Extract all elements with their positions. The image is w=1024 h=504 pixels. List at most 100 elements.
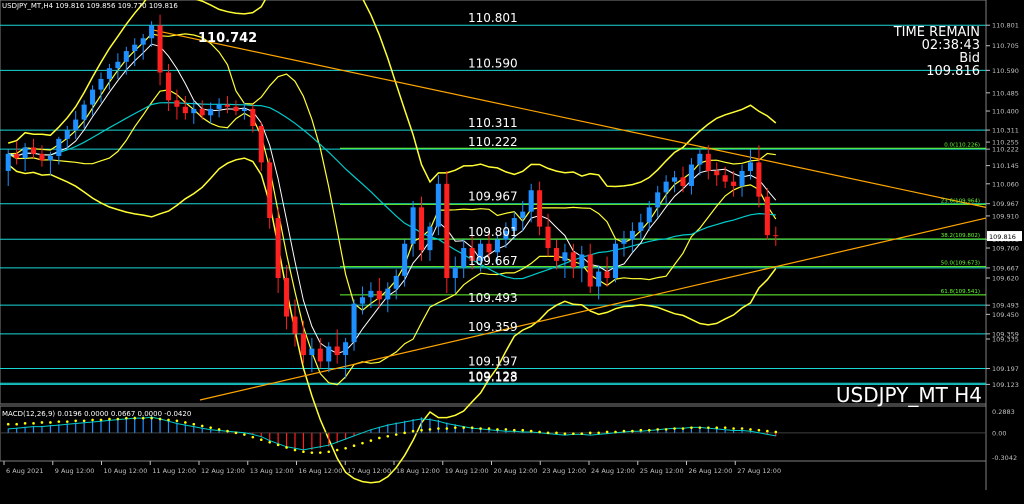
level-label: 109.123 [468, 370, 518, 384]
candle-body [275, 218, 281, 278]
candle-body [739, 170, 745, 186]
macd-signal-dot [369, 439, 373, 442]
macd-signal-dot [732, 427, 735, 430]
candle-body [140, 38, 146, 45]
candle-body [90, 89, 96, 105]
high-label: 110.742 [198, 31, 257, 46]
macd-signal-dot [597, 431, 600, 435]
macd-signal-dot [403, 431, 406, 435]
macd-signal-dot [40, 421, 44, 424]
candle-body [241, 108, 247, 112]
candle-body [317, 348, 323, 362]
macd-signal-dot [378, 436, 381, 440]
candle-body [300, 333, 306, 356]
x-tick-label: 16 Aug 12:00 [299, 467, 343, 475]
y-tick-label: 110.590 [992, 67, 1019, 75]
macd-signal-dot [504, 428, 508, 431]
candle-body [224, 104, 231, 107]
candle-body [764, 196, 770, 236]
fib-label: 0.0(110.226) [944, 142, 980, 148]
candle-body [604, 271, 610, 278]
candle-body [98, 78, 104, 90]
macd-signal-dot [605, 430, 609, 434]
candle-body [132, 44, 138, 52]
candle-body [570, 252, 576, 268]
macd-signal-dot [352, 444, 356, 448]
macd-signal-dot [285, 446, 288, 449]
candle-body [284, 277, 290, 317]
macd-signal-dot [82, 419, 86, 423]
macd-signal-dot [293, 448, 297, 452]
candle-body [199, 108, 205, 116]
y-tick-label: 109.450 [992, 311, 1019, 319]
candle-body [418, 207, 425, 251]
symbol-watermark: USDJPY_MT H4 [836, 383, 982, 407]
candle-body [672, 177, 678, 182]
candle-body [258, 126, 264, 163]
macd-signal-dot [647, 428, 651, 432]
y-tick-label: 109.620 [992, 274, 1019, 282]
level-label: 109.493 [468, 291, 518, 305]
y-tick-label: 110.311 [992, 127, 1019, 135]
macd-signal-dot [774, 430, 778, 434]
candle-body [520, 211, 526, 219]
macd-signal-dot [32, 422, 35, 425]
y-tick-label: 110.485 [992, 89, 1019, 97]
y-tick-label: 109.667 [992, 264, 1019, 272]
candle-body [14, 153, 20, 159]
macd-signal-dot [411, 429, 415, 433]
macd-signal-dot [757, 428, 761, 432]
candle-body [250, 108, 256, 127]
candle-body [697, 153, 703, 165]
candle-body [351, 303, 357, 343]
candle-body [410, 207, 416, 244]
candle-body [461, 248, 467, 268]
candle-body [773, 235, 779, 237]
candle-body [174, 100, 180, 107]
macd-signal-dot [268, 440, 271, 444]
macd-signal-dot [234, 431, 238, 435]
candle-body [149, 25, 155, 39]
macd-signal-dot [766, 429, 769, 433]
candle-body [64, 130, 70, 139]
macd-signal-dot [6, 422, 10, 426]
macd-signal-dot [453, 426, 457, 429]
candle-body [629, 230, 635, 240]
candle-body [680, 177, 686, 186]
candle-body [393, 275, 399, 289]
candle-body [343, 342, 349, 356]
macd-signal-dot [99, 418, 103, 422]
candle-body [22, 147, 28, 159]
y-tick-label: 110.400 [992, 108, 1019, 116]
y-tick-label: 110.705 [992, 42, 1019, 50]
y-tick-label: 109.197 [992, 365, 1019, 373]
candle-body [714, 170, 720, 176]
macd-signal-dot [158, 417, 162, 421]
bid-value: 109.816 [926, 64, 980, 79]
macd-signal-dot [521, 428, 525, 432]
macd-signal-dot [184, 421, 187, 424]
x-tick-label: 27 Aug 12:00 [737, 467, 781, 475]
y-tick-label: 109.123 [992, 381, 1019, 389]
macd-signal-dot [622, 429, 626, 433]
macd-signal-dot [74, 419, 77, 423]
y-tick-label: 110.145 [992, 162, 1019, 170]
macd-signal-dot [664, 428, 668, 431]
x-tick-label: 18 Aug 12:00 [396, 467, 440, 475]
fib-label: 61.8(109.541) [941, 289, 980, 295]
candle-body [722, 175, 728, 182]
x-tick-label: 12 Aug 12:00 [201, 467, 245, 475]
candle-body [646, 207, 652, 223]
candle-body [486, 243, 492, 253]
candle-body [638, 222, 644, 231]
macd-signal-dot [49, 421, 52, 424]
macd-signal-dot [588, 431, 592, 435]
candle-body [368, 290, 374, 298]
y-tick-label: 110.801 [992, 22, 1019, 30]
x-tick-label: 11 Aug 12:00 [152, 467, 196, 475]
candle-body [182, 106, 188, 114]
fib-label: 50.0(109.673) [941, 261, 980, 267]
x-tick-label: 24 Aug 12:00 [591, 467, 635, 475]
candle-body [47, 155, 53, 161]
macd-signal-dot [538, 430, 541, 434]
